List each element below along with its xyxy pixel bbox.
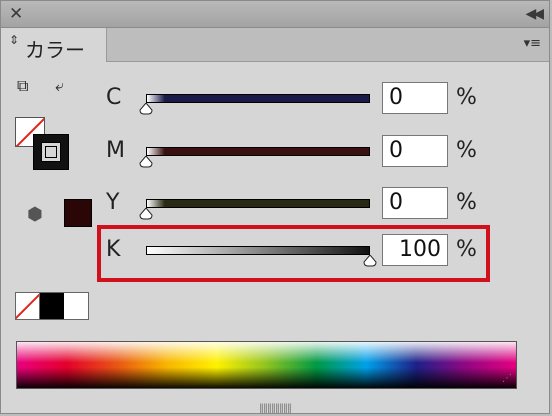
close-icon[interactable]: ✕ <box>9 4 23 24</box>
k-row-highlight-box <box>97 225 490 282</box>
slider-thumb-icon[interactable] <box>139 103 153 115</box>
panel-menu-icon[interactable]: ▾≡ <box>524 36 541 51</box>
tab-label: カラー <box>25 38 85 62</box>
channel-row-c: C 0% <box>1 82 549 116</box>
tab-row: ⇕ カラー ▾≡ <box>1 28 549 62</box>
percent-unit-label: % <box>456 85 477 110</box>
percent-unit-label: % <box>456 190 477 215</box>
channel-value-field[interactable]: 0 <box>382 187 448 219</box>
percent-unit-label: % <box>456 138 477 163</box>
color-panel: ✕ ◀◀ ⇕ カラー ▾≡ ⧉ ⤶ ⬢ C 0% M 0% Y 0% K 100% ⋰ ‖‖‖… <box>0 0 550 414</box>
slider-thumb-icon[interactable] <box>139 156 153 168</box>
channel-label: Y <box>106 190 120 215</box>
channel-value-field[interactable]: 0 <box>382 135 448 167</box>
panel-titlebar[interactable]: ✕ ◀◀ <box>1 1 549 28</box>
channel-slider-track[interactable] <box>146 94 370 103</box>
tab-color[interactable]: ⇕ カラー <box>1 28 107 62</box>
white-swatch[interactable] <box>64 293 88 319</box>
black-swatch[interactable] <box>40 293 64 319</box>
collapse-icon[interactable]: ◀◀ <box>525 4 543 24</box>
quick-swatches <box>15 292 89 320</box>
updown-icon[interactable]: ⇕ <box>9 34 19 46</box>
channel-value-field[interactable]: 0 <box>382 82 448 114</box>
color-spectrum-bar[interactable]: ⋰ <box>16 341 517 389</box>
resize-handle-icon[interactable]: ‖‖‖‖‖‖‖‖ <box>259 403 292 414</box>
channel-label: M <box>106 138 125 163</box>
channel-slider-track[interactable] <box>146 199 370 208</box>
slider-thumb-icon[interactable] <box>139 208 153 220</box>
channel-row-y: Y 0% <box>1 187 549 221</box>
resize-grip-icon[interactable]: ⋰ <box>502 373 512 384</box>
none-swatch[interactable] <box>16 293 40 319</box>
panel-bottom-bar: ‖‖‖‖‖‖‖‖ <box>1 401 549 414</box>
panel-content: ⧉ ⤶ ⬢ C 0% M 0% Y 0% K 100% ⋰ <box>1 62 549 402</box>
channel-slider-track[interactable] <box>146 147 370 156</box>
channel-label: C <box>106 85 122 110</box>
channel-row-m: M 0% <box>1 135 549 169</box>
